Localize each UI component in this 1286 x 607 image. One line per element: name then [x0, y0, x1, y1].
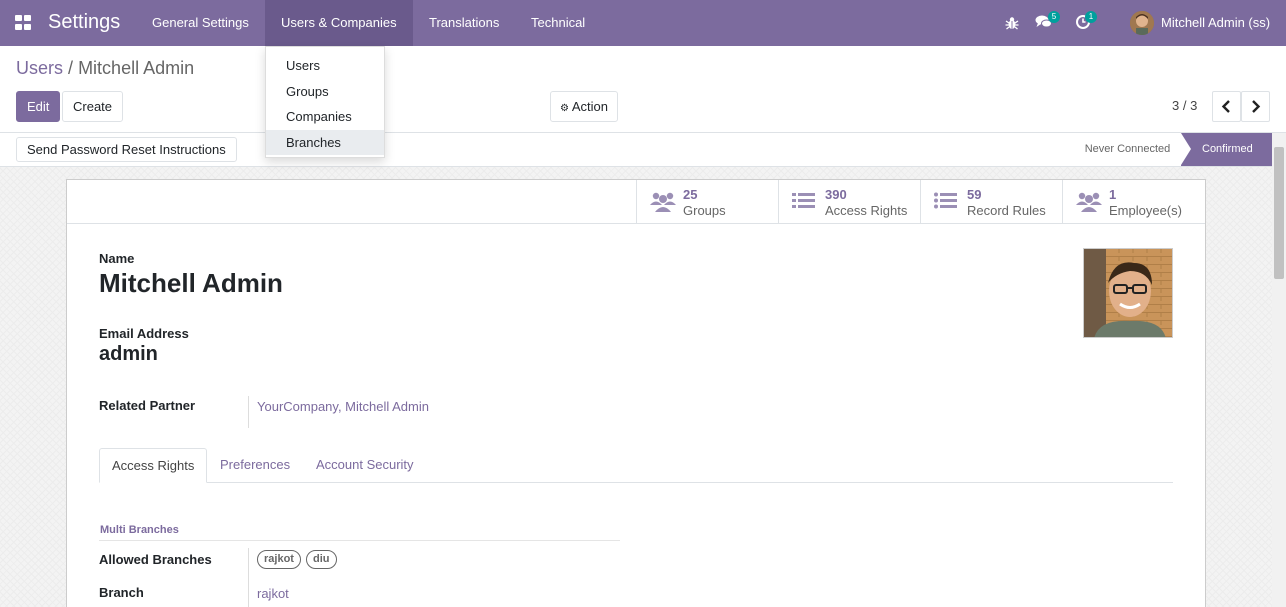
- groups-count: 25: [683, 187, 698, 202]
- branch-tag-diu[interactable]: diu: [306, 550, 337, 569]
- pager-next-button[interactable]: [1241, 91, 1270, 122]
- branch-link[interactable]: rajkot: [257, 586, 289, 601]
- chevron-left-icon: [1221, 100, 1230, 113]
- scrollbar-thumb[interactable]: [1274, 147, 1284, 279]
- record-rules-count: 59: [967, 187, 982, 202]
- app-menu-icon[interactable]: [15, 15, 32, 30]
- tab-preferences[interactable]: Preferences: [208, 448, 302, 483]
- chevron-right-icon: [1252, 100, 1261, 113]
- access-rights-count: 390: [825, 187, 847, 202]
- users-icon: [1076, 191, 1102, 213]
- related-partner-label: Related Partner: [99, 398, 196, 413]
- action-button[interactable]: ⚙ Action: [550, 91, 619, 122]
- tab-account-security[interactable]: Account Security: [304, 448, 426, 483]
- pager-value[interactable]: 3 / 3: [1172, 98, 1197, 113]
- field-divider: [248, 548, 249, 607]
- employees-count: 1: [1109, 187, 1117, 202]
- menu-translations[interactable]: Translations: [413, 0, 515, 46]
- activity-clock-icon[interactable]: 1: [1075, 11, 1097, 32]
- avatar: [1130, 11, 1154, 35]
- record-rules-stat-button[interactable]: 59 Record Rules: [920, 180, 1063, 224]
- branch-tag-rajkot[interactable]: rajkot: [257, 550, 301, 569]
- access-rights-label: Access Rights: [825, 203, 908, 218]
- form-statusbar: Send Password Reset Instructions Never C…: [0, 133, 1272, 167]
- control-panel: Users / Mitchell Admin Edit Create ⚙ Act…: [0, 46, 1286, 133]
- app-title[interactable]: Settings: [48, 11, 120, 34]
- action-label: Action: [571, 99, 609, 114]
- user-name: Mitchell Admin (ss): [1161, 15, 1271, 30]
- breadcrumb-users-link[interactable]: Users: [16, 58, 63, 78]
- send-password-reset-button[interactable]: Send Password Reset Instructions: [16, 137, 237, 162]
- menu-general-settings[interactable]: General Settings: [136, 0, 265, 46]
- menu-technical[interactable]: Technical: [515, 0, 601, 46]
- dropdown-item-groups[interactable]: Groups: [266, 79, 384, 104]
- record-rules-label: Record Rules: [967, 203, 1046, 218]
- top-navbar: Settings General Settings Users & Compan…: [0, 0, 1286, 46]
- field-divider: [248, 396, 249, 428]
- status-confirmed: Confirmed: [1181, 133, 1272, 166]
- related-partner-link[interactable]: YourCompany, Mitchell Admin: [257, 399, 429, 414]
- breadcrumb-separator: /: [68, 58, 74, 78]
- groups-label: Groups: [683, 203, 726, 218]
- page-scrollbar[interactable]: [1272, 133, 1286, 607]
- create-button[interactable]: Create: [62, 91, 124, 122]
- menu-users-companies[interactable]: Users & Companies: [265, 0, 413, 46]
- dropdown-item-companies[interactable]: Companies: [266, 104, 384, 129]
- form-tabs: Access Rights Preferences Account Securi…: [99, 448, 1173, 483]
- dropdown-item-branches[interactable]: Branches: [266, 130, 384, 155]
- user-photo[interactable]: [1083, 248, 1173, 338]
- list-icon: [934, 191, 960, 213]
- status-never-connected: Never Connected: [1084, 143, 1171, 155]
- employees-stat-button[interactable]: 1 Employee(s): [1062, 180, 1205, 224]
- tab-access-rights[interactable]: Access Rights: [99, 448, 208, 483]
- breadcrumb-current: Mitchell Admin: [78, 58, 195, 78]
- employees-label: Employee(s): [1109, 203, 1182, 218]
- access-rights-stat-button[interactable]: 390 Access Rights: [778, 180, 921, 224]
- groups-stat-button[interactable]: 25 Groups: [636, 180, 779, 224]
- users-icon: [650, 191, 676, 213]
- gear-icon: ⚙: [560, 103, 569, 114]
- list-icon: [792, 191, 818, 213]
- form-sheet: 25 Groups 390 Access Rights 59 Record Ru…: [66, 179, 1206, 607]
- email-label: Email Address: [99, 326, 189, 341]
- allowed-branches-label: Allowed Branches: [99, 552, 212, 567]
- messages-badge: 5: [1048, 11, 1060, 23]
- multi-branches-section-title: Multi Branches: [99, 524, 620, 541]
- branch-label: Branch: [99, 585, 144, 600]
- smart-button-box: 25 Groups 390 Access Rights 59 Record Ru…: [67, 180, 1205, 224]
- pager-previous-button[interactable]: [1212, 91, 1241, 122]
- users-companies-dropdown: Users Groups Companies Branches: [265, 46, 385, 158]
- bug-icon[interactable]: [1004, 15, 1022, 33]
- dropdown-item-users[interactable]: Users: [266, 53, 384, 78]
- email-value: admin: [99, 343, 158, 365]
- activities-badge: 1: [1085, 11, 1097, 23]
- edit-button[interactable]: Edit: [16, 91, 61, 122]
- breadcrumb: Users / Mitchell Admin: [16, 58, 194, 79]
- chat-icon[interactable]: 5: [1035, 11, 1060, 32]
- name-label: Name: [99, 251, 135, 266]
- user-name-value: Mitchell Admin: [99, 268, 283, 298]
